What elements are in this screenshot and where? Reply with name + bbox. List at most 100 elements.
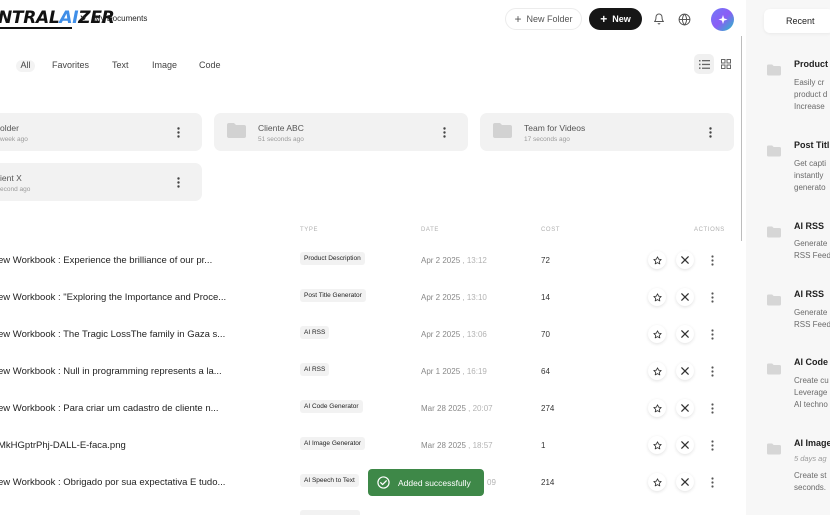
tab-recent[interactable]: Recent [764, 9, 830, 33]
star-icon[interactable] [648, 251, 666, 269]
type-badge [300, 510, 360, 515]
grid-icon [721, 59, 731, 69]
row-cost: 70 [541, 330, 550, 339]
recent-item-title[interactable]: AI Code [794, 357, 828, 367]
new-label: New [612, 14, 631, 24]
folder-card[interactable]: Team for Videos 17 seconds ago [480, 113, 734, 151]
folder-time: econd ago [0, 186, 31, 193]
close-icon[interactable] [676, 399, 694, 417]
row-title[interactable]: ew Workbook : Para criar um cadastro de … [0, 403, 219, 414]
new-folder-label: New Folder [526, 14, 573, 24]
recent-item-desc: RSS Feed [794, 320, 830, 329]
folder-time: 51 seconds ago [258, 136, 304, 143]
logo-underline [0, 27, 72, 29]
more-vertical-icon[interactable] [705, 124, 715, 140]
close-icon[interactable] [676, 288, 694, 306]
breadcrumb[interactable]: My Documents [94, 14, 147, 23]
star-icon[interactable] [648, 362, 666, 380]
more-vertical-icon[interactable] [173, 124, 183, 140]
recent-item-desc: Create st [794, 471, 827, 480]
close-icon[interactable] [676, 473, 694, 491]
recent-item-desc: Leverage [794, 388, 828, 397]
tab-favorites[interactable]: Favorites [52, 60, 89, 70]
recent-item-desc: Increase [794, 102, 825, 111]
row-date: Mar 28 2025 , 18:57 [421, 441, 493, 450]
recent-item-title[interactable]: Product [794, 59, 828, 69]
avatar[interactable] [711, 8, 734, 31]
type-badge: Post Title Generator [300, 289, 366, 302]
folder-name: older [0, 123, 19, 133]
row-cost: 64 [541, 367, 550, 376]
list-icon [698, 59, 710, 69]
sparkle-icon [718, 14, 727, 24]
folder-icon [767, 225, 781, 243]
row-title[interactable]: ew Workbook : "Exploring the Importance … [0, 292, 226, 303]
close-icon[interactable] [676, 436, 694, 454]
row-title[interactable]: ew Workbook : The Tragic LossThe family … [0, 329, 225, 340]
star-icon[interactable] [648, 325, 666, 343]
star-icon[interactable] [648, 399, 666, 417]
check-circle-icon [377, 476, 390, 489]
star-icon[interactable] [648, 288, 666, 306]
recent-item-desc: generato [794, 183, 826, 192]
folder-name: Team for Videos [524, 123, 586, 133]
row-title[interactable]: ew Workbook : Experience the brilliance … [0, 255, 212, 266]
grid-view-button[interactable] [716, 54, 736, 74]
success-toast[interactable]: Added successfully [368, 469, 484, 496]
more-vertical-icon[interactable] [703, 436, 721, 454]
type-badge: AI RSS [300, 363, 330, 376]
row-cost: 274 [541, 404, 555, 413]
more-vertical-icon[interactable] [439, 124, 449, 140]
row-title[interactable]: MkHGptrPhj-DALL-E-faca.png [0, 440, 126, 451]
folder-name: Cliente ABC [258, 123, 304, 133]
more-vertical-icon[interactable] [703, 288, 721, 306]
row-date: Apr 2 2025 , 13:10 [421, 293, 487, 302]
type-badge: Product Description [300, 252, 365, 265]
new-folder-button[interactable]: + New Folder [505, 8, 582, 30]
plus-icon: + [600, 12, 608, 26]
folder-time: 17 seconds ago [524, 136, 570, 143]
new-button[interactable]: + New [589, 8, 642, 30]
tab-text[interactable]: Text [112, 60, 129, 70]
tab-code[interactable]: Code [199, 60, 221, 70]
recent-item-desc: seconds. [794, 483, 827, 492]
folder-card[interactable]: ient X econd ago [0, 163, 202, 201]
recent-item-time: 5 days ag [794, 454, 827, 463]
recent-item-title[interactable]: Post Titl [794, 140, 829, 150]
folder-icon [493, 123, 512, 143]
more-vertical-icon[interactable] [173, 174, 183, 190]
more-vertical-icon[interactable] [703, 362, 721, 380]
toast-message: Added successfully [398, 477, 471, 488]
close-icon[interactable] [676, 362, 694, 380]
tab-image[interactable]: Image [152, 60, 177, 70]
row-date: Apr 1 2025 , 16:19 [421, 367, 487, 376]
recent-item-title[interactable]: AI RSS [794, 221, 824, 231]
more-vertical-icon[interactable] [703, 251, 721, 269]
star-icon[interactable] [648, 436, 666, 454]
bell-icon[interactable] [651, 11, 667, 27]
close-icon[interactable] [676, 325, 694, 343]
globe-icon[interactable] [676, 11, 692, 27]
more-vertical-icon[interactable] [703, 399, 721, 417]
recent-item-title[interactable]: AI Image [794, 438, 830, 448]
recent-item-title[interactable]: AI RSS [794, 289, 824, 299]
row-cost: 72 [541, 256, 550, 265]
recent-item-desc: Get capti [794, 159, 827, 168]
folder-icon [767, 442, 781, 460]
row-cost: 14 [541, 293, 550, 302]
close-icon[interactable] [676, 251, 694, 269]
recent-item-desc: Generate [794, 308, 828, 317]
folder-card[interactable]: older week ago [0, 113, 202, 151]
row-title[interactable]: ew Workbook : Obrigado por sua expectati… [0, 477, 225, 488]
tab-all[interactable]: All [16, 60, 35, 72]
scrollbar[interactable] [741, 36, 742, 241]
star-icon[interactable] [648, 473, 666, 491]
folder-card[interactable]: Cliente ABC 51 seconds ago [214, 113, 468, 151]
breadcrumb-separator: » [80, 12, 87, 24]
more-vertical-icon[interactable] [703, 473, 721, 491]
list-view-button[interactable] [694, 54, 714, 74]
row-date: 09 [487, 478, 496, 487]
row-title[interactable]: ew Workbook : Null in programming repres… [0, 366, 222, 377]
recent-item-desc: Generate [794, 239, 828, 248]
more-vertical-icon[interactable] [703, 325, 721, 343]
